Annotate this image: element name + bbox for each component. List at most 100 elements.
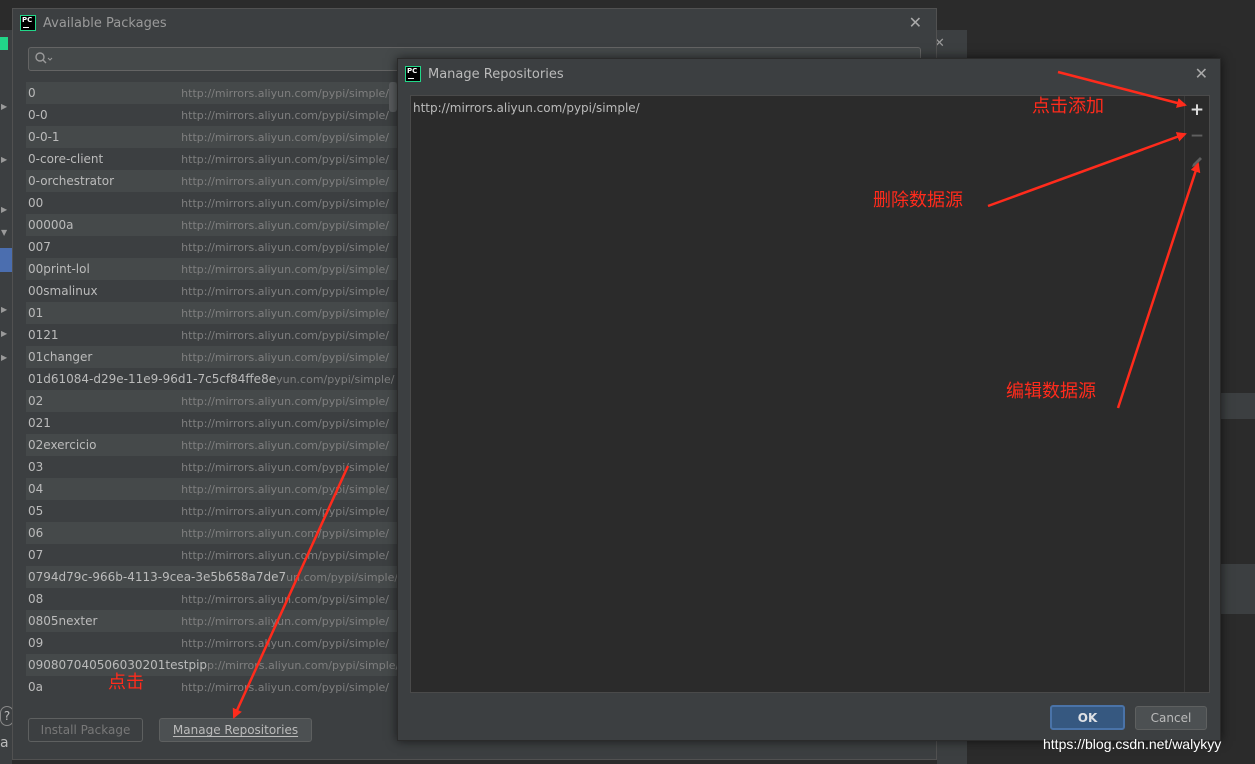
package-name: 02: [28, 394, 44, 408]
package-row[interactable]: 03 http://mirrors.aliyun.com/pypi/simple/: [26, 456, 399, 478]
package-name: 01: [28, 306, 44, 320]
package-name: 05: [28, 504, 44, 518]
package-row[interactable]: 0805nexter http://mirrors.aliyun.com/pypi…: [26, 610, 399, 632]
package-repository: http://mirrors.aliyun.com/pypi/simple/: [181, 504, 389, 518]
package-row[interactable]: 090807040506030201testpip p://mirrors.ali…: [26, 654, 399, 676]
package-name: 0a: [28, 680, 43, 694]
package-row[interactable]: 0-orchestrator http://mirrors.aliyun.com/…: [26, 170, 399, 192]
add-icon[interactable]: +: [1189, 102, 1205, 119]
package-row[interactable]: 08 http://mirrors.aliyun.com/pypi/simple/: [26, 588, 399, 610]
tree-arrow-icon: ▶: [1, 353, 8, 362]
package-row[interactable]: 02exercicio http://mirrors.aliyun.com/pyp…: [26, 434, 399, 456]
package-name: 00000a: [28, 218, 74, 232]
package-row[interactable]: 00000a http://mirrors.aliyun.com/pypi/sim…: [26, 214, 399, 236]
dialog-title: Manage Repositories: [428, 66, 564, 82]
package-repository: http://mirrors.aliyun.com/pypi/simple/: [181, 240, 389, 254]
package-repository: un.com/pypi/simple/: [286, 570, 399, 584]
package-row[interactable]: 0-0 http://mirrors.aliyun.com/pypi/simple…: [26, 104, 399, 126]
package-name: 00smalinux: [28, 284, 98, 298]
package-row[interactable]: 0121 http://mirrors.aliyun.com/pypi/simpl…: [26, 324, 399, 346]
dialog-title: Available Packages: [43, 15, 167, 31]
package-repository: http://mirrors.aliyun.com/pypi/simple/: [181, 438, 389, 452]
package-repository: http://mirrors.aliyun.com/pypi/simple/: [181, 218, 389, 232]
package-row[interactable]: 07 http://mirrors.aliyun.com/pypi/simple/: [26, 544, 399, 566]
package-repository: http://mirrors.aliyun.com/pypi/simple/: [181, 328, 389, 342]
package-row[interactable]: 0 http://mirrors.aliyun.com/pypi/simple/: [26, 82, 399, 104]
package-repository: http://mirrors.aliyun.com/pypi/simple/: [181, 526, 389, 540]
close-icon[interactable]: ✕: [1195, 64, 1208, 83]
install-package-button[interactable]: Install Package: [28, 718, 143, 742]
package-repository: http://mirrors.aliyun.com/pypi/simple/: [181, 394, 389, 408]
package-repository: http://mirrors.aliyun.com/pypi/simple/: [181, 482, 389, 496]
dialog-titlebar: PC Manage Repositories ✕: [398, 59, 1220, 89]
package-row[interactable]: 05 http://mirrors.aliyun.com/pypi/simple/: [26, 500, 399, 522]
ide-left-strip: [0, 30, 12, 764]
cancel-button[interactable]: Cancel: [1135, 706, 1207, 730]
package-repository: p://mirrors.aliyun.com/pypi/simple/: [207, 658, 399, 672]
dialog-titlebar: PC Available Packages ✕: [13, 9, 936, 37]
tree-arrow-icon: ▶: [1, 102, 8, 111]
package-repository: http://mirrors.aliyun.com/pypi/simple/: [181, 548, 389, 562]
package-name: 04: [28, 482, 44, 496]
close-icon[interactable]: ✕: [909, 13, 922, 32]
package-name: 01changer: [28, 350, 93, 364]
package-row[interactable]: 007 http://mirrors.aliyun.com/pypi/simple…: [26, 236, 399, 258]
manage-repositories-button[interactable]: Manage Repositories: [159, 718, 312, 742]
package-row[interactable]: 01d61084-d29e-11e9-96d1-7c5cf84ffe8e yun.…: [26, 368, 399, 390]
pycharm-logo-icon: PC: [405, 66, 421, 82]
package-repository: http://mirrors.aliyun.com/pypi/simple/: [181, 680, 389, 694]
ide-left-selection: [0, 248, 12, 272]
package-row[interactable]: 0-core-client http://mirrors.aliyun.com/p…: [26, 148, 399, 170]
package-row[interactable]: 021 http://mirrors.aliyun.com/pypi/simple…: [26, 412, 399, 434]
package-row[interactable]: 00print-lol http://mirrors.aliyun.com/pyp…: [26, 258, 399, 280]
package-name: 0: [28, 86, 36, 100]
package-repository: http://mirrors.aliyun.com/pypi/simple/: [181, 130, 389, 144]
package-list-scrollbar[interactable]: [389, 82, 397, 112]
package-row[interactable]: 01changer http://mirrors.aliyun.com/pypi/…: [26, 346, 399, 368]
package-repository: http://mirrors.aliyun.com/pypi/simple/: [181, 284, 389, 298]
package-row[interactable]: 00smalinux http://mirrors.aliyun.com/pypi…: [26, 280, 399, 302]
tree-arrow-icon: ▶: [1, 205, 8, 214]
package-row[interactable]: 04 http://mirrors.aliyun.com/pypi/simple/: [26, 478, 399, 500]
package-row[interactable]: 01 http://mirrors.aliyun.com/pypi/simple/: [26, 302, 399, 324]
package-name: 0-orchestrator: [28, 174, 115, 188]
pycharm-logo-icon: PC: [20, 15, 36, 31]
package-row[interactable]: 02 http://mirrors.aliyun.com/pypi/simple/: [26, 390, 399, 412]
package-name: 02exercicio: [28, 438, 97, 452]
annotation-add: 点击添加: [1032, 96, 1104, 117]
package-name: 09: [28, 636, 44, 650]
package-repository: http://mirrors.aliyun.com/pypi/simple/: [181, 196, 389, 210]
edit-icon[interactable]: [1189, 154, 1205, 170]
package-row[interactable]: 0794d79c-966b-4113-9cea-3e5b658a7de7 un.c…: [26, 566, 399, 588]
watermark: https://blog.csdn.net/walykyy: [1043, 736, 1222, 752]
package-name: 0-core-client: [28, 152, 104, 166]
package-name: 007: [28, 240, 51, 254]
ide-logo-fragment: [0, 37, 8, 50]
tree-arrow-icon: ▶: [1, 155, 8, 164]
package-repository: http://mirrors.aliyun.com/pypi/simple/: [181, 614, 389, 628]
package-name: 00: [28, 196, 44, 210]
package-row[interactable]: 0-0-1 http://mirrors.aliyun.com/pypi/simp…: [26, 126, 399, 148]
package-row[interactable]: 06 http://mirrors.aliyun.com/pypi/simple/: [26, 522, 399, 544]
package-repository: http://mirrors.aliyun.com/pypi/simple/: [181, 636, 389, 650]
ok-button[interactable]: OK: [1050, 705, 1125, 730]
package-repository: yun.com/pypi/simple/: [276, 372, 395, 386]
package-row[interactable]: 0a http://mirrors.aliyun.com/pypi/simple/: [26, 676, 399, 698]
package-repository: http://mirrors.aliyun.com/pypi/simple/: [181, 460, 389, 474]
tree-arrow-icon: ▼: [1, 228, 8, 237]
package-row[interactable]: 00 http://mirrors.aliyun.com/pypi/simple/: [26, 192, 399, 214]
package-list[interactable]: 0 http://mirrors.aliyun.com/pypi/simple/0…: [26, 82, 399, 698]
package-name: 01d61084-d29e-11e9-96d1-7c5cf84ffe8e: [28, 372, 277, 386]
package-repository: http://mirrors.aliyun.com/pypi/simple/: [181, 416, 389, 430]
package-repository: http://mirrors.aliyun.com/pypi/simple/: [181, 350, 389, 364]
package-name: 08: [28, 592, 44, 606]
package-row[interactable]: 09 http://mirrors.aliyun.com/pypi/simple/: [26, 632, 399, 654]
tree-arrow-icon: ▶: [1, 305, 8, 314]
package-name: 0794d79c-966b-4113-9cea-3e5b658a7de7: [28, 570, 287, 584]
remove-icon[interactable]: −: [1189, 128, 1205, 145]
package-repository: http://mirrors.aliyun.com/pypi/simple/: [181, 174, 389, 188]
package-name: 0-0: [28, 108, 48, 122]
package-name: 0805nexter: [28, 614, 98, 628]
package-name: 06: [28, 526, 44, 540]
annotation-edit: 编辑数据源: [1006, 381, 1096, 402]
